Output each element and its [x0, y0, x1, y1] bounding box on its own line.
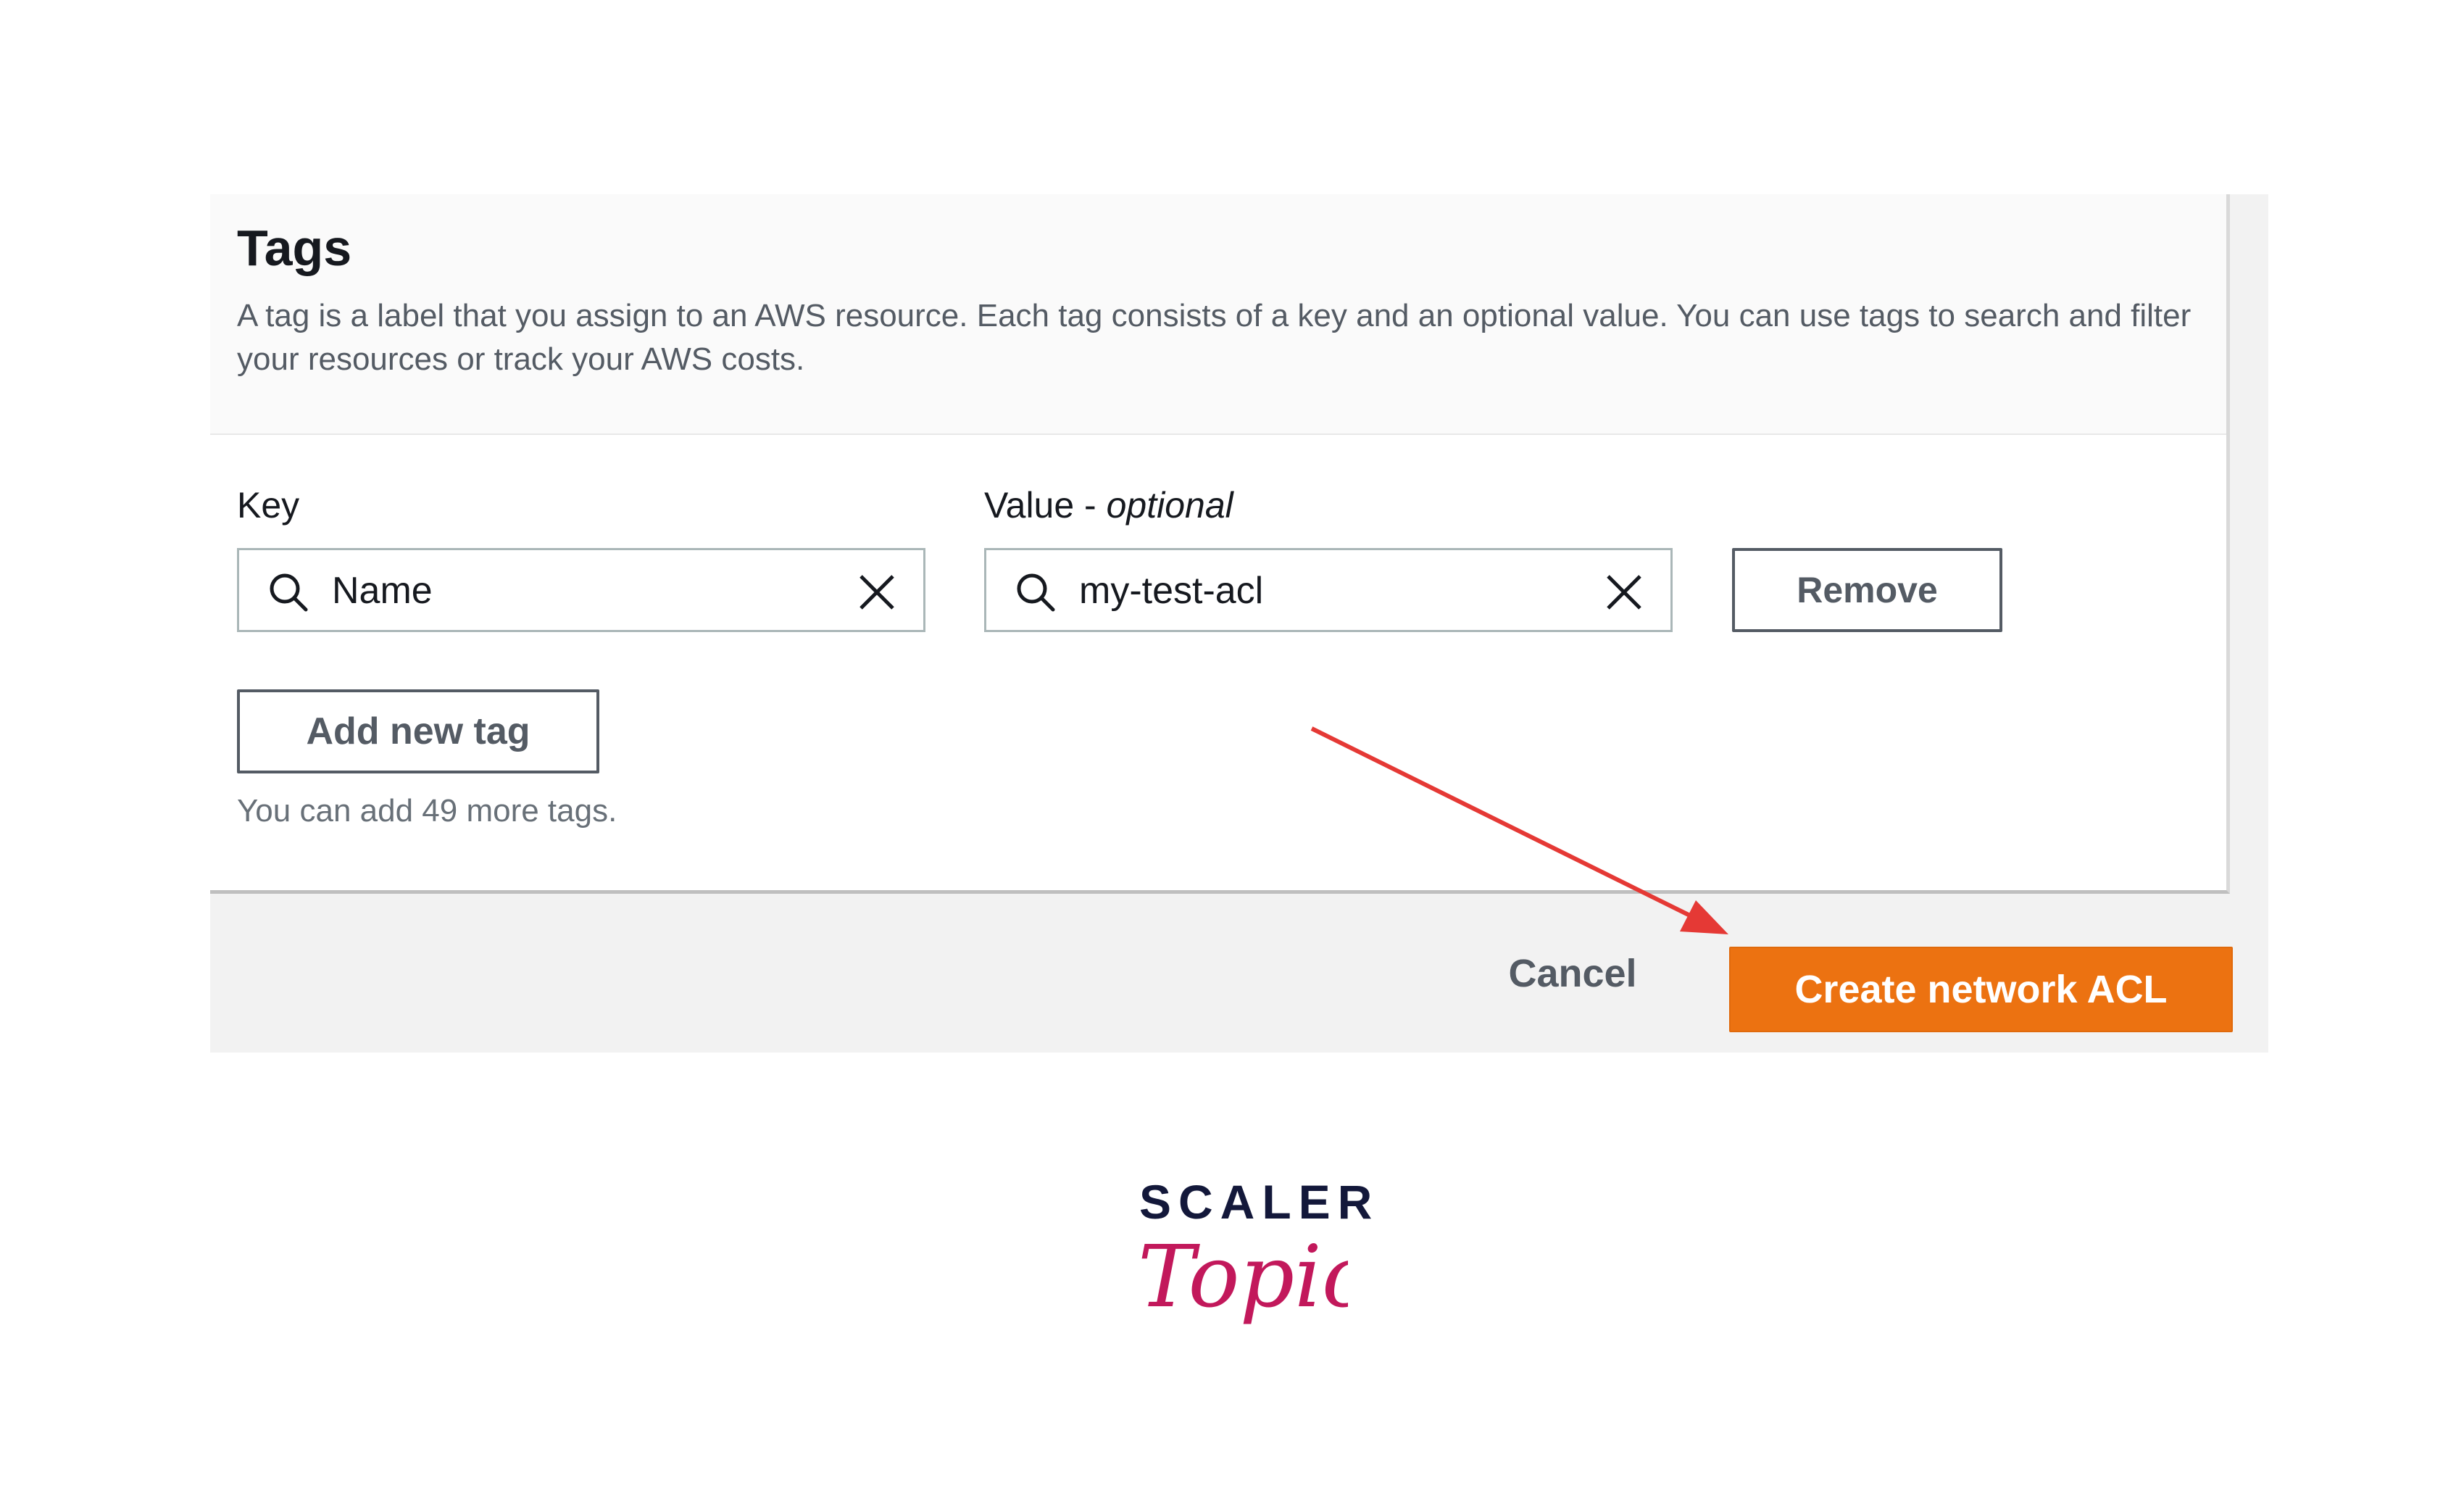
key-field[interactable] [237, 548, 925, 632]
close-icon[interactable] [857, 572, 897, 613]
value-label: Value - optional [984, 484, 1233, 526]
value-label-optional: optional [1106, 485, 1233, 526]
logo-script-icon: Topics [1138, 1226, 1348, 1327]
value-input[interactable] [1079, 563, 1543, 618]
remove-button[interactable]: Remove [1732, 548, 2002, 632]
key-label: Key [237, 485, 300, 526]
search-icon [270, 573, 308, 612]
value-label-text: Value - [984, 485, 1107, 526]
cancel-button[interactable]: Cancel [1500, 945, 1645, 1003]
page-title: Tags [237, 220, 352, 276]
scaler-topics-logo: SCALER Topics [1131, 1174, 1372, 1363]
close-icon[interactable] [1604, 572, 1644, 613]
tags-header: Tags A tag is a label that you assign to… [210, 194, 2226, 435]
tags-remaining-hint: You can add 49 more tags. [237, 793, 617, 829]
create-network-acl-button[interactable]: Create network ACL [1729, 947, 2233, 1032]
search-icon [1017, 573, 1055, 612]
aws-console-screenshot: Tags A tag is a label that you assign to… [210, 194, 2268, 1053]
tags-description: A tag is a label that you assign to an A… [237, 298, 2192, 377]
add-new-tag-button[interactable]: Add new tag [237, 689, 599, 773]
key-input[interactable] [332, 563, 796, 618]
tags-panel: Tags A tag is a label that you assign to… [210, 194, 2230, 894]
logo-script-text: Topics [1138, 1226, 1348, 1327]
value-field[interactable] [984, 548, 1673, 632]
